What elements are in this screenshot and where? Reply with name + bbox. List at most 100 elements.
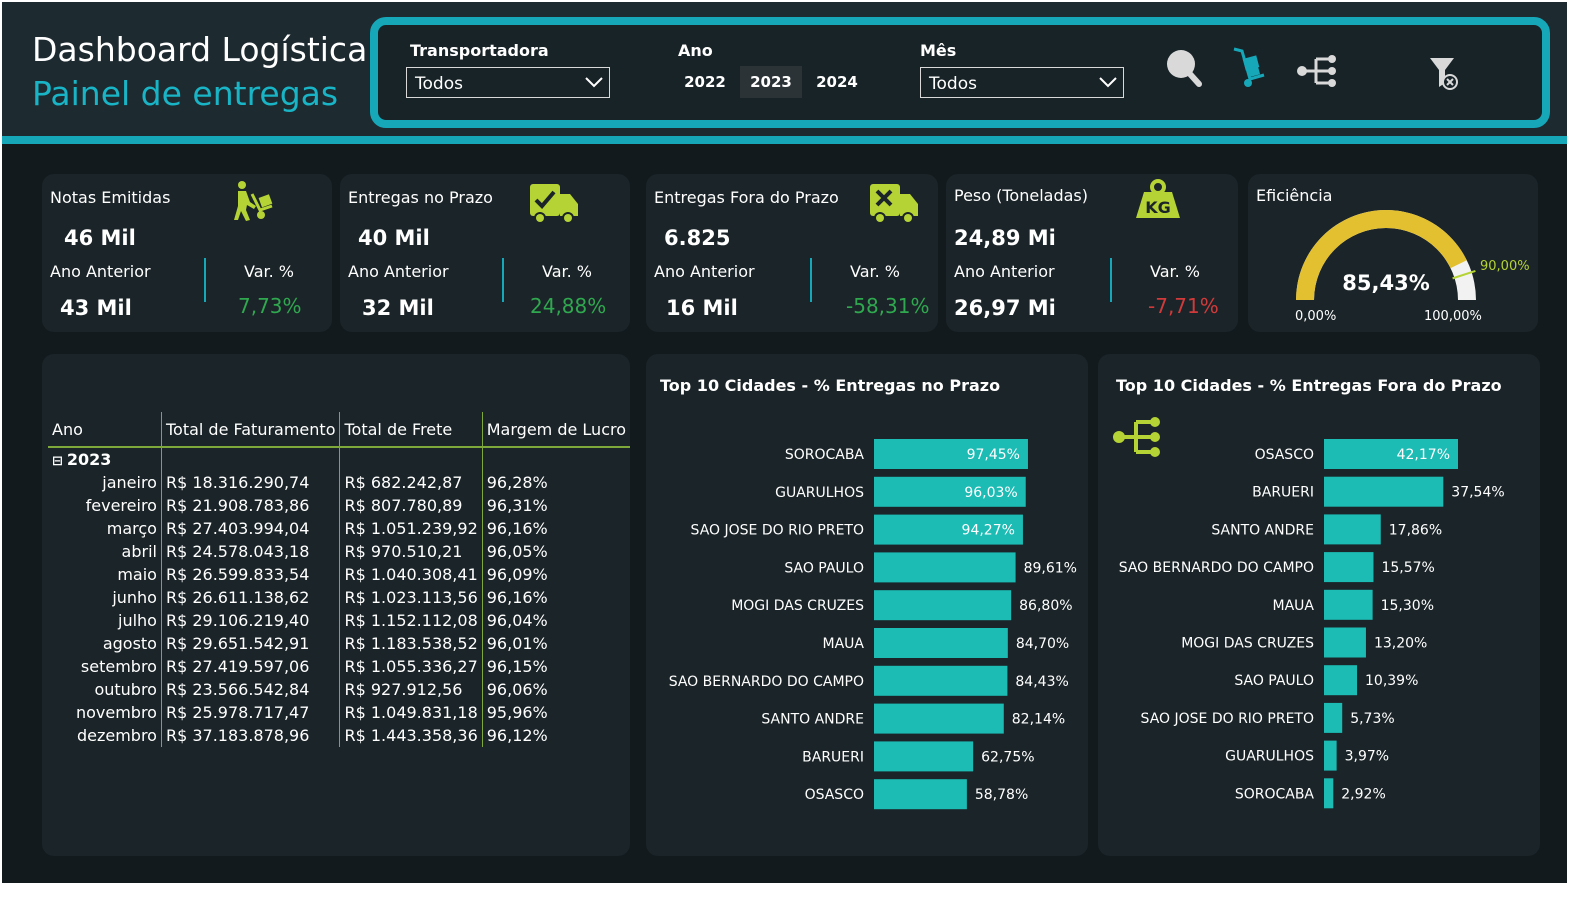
bar[interactable] (874, 590, 1012, 621)
prev-year-value: 43 Mil (60, 296, 132, 320)
bar[interactable] (1324, 552, 1374, 583)
faturamento-cell: R$ 18.316.290,74 (160, 471, 340, 494)
var-value: -58,31% (846, 294, 930, 318)
gauge-target-label: 90,00% (1480, 259, 1530, 274)
mes-value: Todos (929, 74, 977, 94)
kpi-card-peso-toneladas: Peso (Toneladas) KG 24,89 Mi Ano Anterio… (946, 174, 1238, 332)
card-title: Entregas no Prazo (348, 188, 493, 207)
var-value: -7,71% (1148, 294, 1219, 318)
faturamento-cell: R$ 37.183.878,96 (160, 724, 340, 747)
column-header-ano[interactable]: Ano (48, 412, 162, 448)
bar[interactable] (1324, 778, 1334, 809)
data-label: 3,97% (1345, 749, 1389, 765)
kpi-card-entregas-no-prazo: Entregas no Prazo 40 Mil Ano Anterior Va… (340, 174, 630, 332)
bar[interactable] (1324, 476, 1444, 507)
kpi-card-entregas-fora-do-prazo: Entregas Fora do Prazo 6.825 Ano Anterio… (646, 174, 938, 332)
clear-filter-icon[interactable] (1428, 55, 1460, 91)
category-label: OSASCO (1255, 447, 1314, 463)
table-group-row: ⊟ 2023 (48, 447, 630, 471)
margem-cell: 96,09% (481, 563, 630, 586)
bar[interactable] (1324, 702, 1343, 733)
hand-truck-icon[interactable] (1230, 45, 1270, 91)
bar[interactable] (1324, 627, 1366, 658)
transportadora-value: Todos (415, 74, 463, 94)
prev-year-label: Ano Anterior (348, 262, 449, 281)
table-row: janeiro R$ 18.316.290,74 R$ 682.242,87 96,2… (48, 471, 630, 494)
bar[interactable] (874, 628, 1008, 658)
column-header-frete[interactable]: Total de Frete (339, 412, 483, 448)
table-row: agosto R$ 29.651.542,91 R$ 1.183.538,52 96,… (48, 632, 630, 655)
margem-cell: 96,16% (481, 586, 630, 609)
frete-cell: R$ 1.023.113,56 (339, 586, 483, 609)
card-value: 40 Mil (358, 226, 430, 250)
mes-dropdown[interactable]: Todos (920, 67, 1124, 98)
search-icon[interactable] (1164, 47, 1204, 89)
margem-cell: 96,28% (481, 471, 630, 494)
prev-year-label: Ano Anterior (954, 262, 1055, 281)
frete-cell: R$ 1.443.358,36 (339, 724, 483, 747)
year-option-2024[interactable]: 2024 (806, 66, 868, 98)
header-divider (2, 136, 1567, 144)
margem-cell: 96,15% (481, 655, 630, 678)
chevron-down-icon (1099, 77, 1117, 88)
faturamento-cell: R$ 27.403.994,04 (160, 517, 340, 540)
bar[interactable] (874, 552, 1016, 583)
category-label: SAO JOSE DO RIO PRETO (691, 523, 864, 539)
category-label: SAO PAULO (784, 560, 864, 576)
bar-chart-entregas-no-prazo: SOROCABA 97,45% GUARULHOS 96,03% SAO JOSE DO… (669, 439, 1077, 810)
faturamento-cell: R$ 25.978.717,47 (160, 701, 340, 724)
margem-cell: 96,16% (481, 517, 630, 540)
faturamento-cell: R$ 26.611.138,62 (160, 586, 340, 609)
year-option-2023[interactable]: 2023 (740, 66, 802, 98)
faturamento-cell: R$ 29.106.219,40 (160, 609, 340, 632)
frete-cell: R$ 1.049.831,18 (339, 701, 483, 724)
bar[interactable] (1324, 740, 1337, 771)
bar[interactable] (874, 703, 1004, 734)
decomposition-tree-icon[interactable] (1296, 53, 1340, 89)
mes-label: Mês (920, 41, 957, 60)
column-header-margem[interactable]: Margem de Lucro (481, 412, 630, 448)
frete-cell: R$ 1.152.112,08 (339, 609, 483, 632)
bar[interactable] (1324, 665, 1358, 696)
bar[interactable] (874, 741, 974, 772)
prev-year-value: 32 Mil (362, 296, 434, 320)
card-title: Peso (Toneladas) (954, 186, 1088, 205)
bar[interactable] (874, 665, 1008, 696)
category-label: SAO BERNARDO DO CAMPO (1119, 560, 1314, 576)
table-row: julho R$ 29.106.219,40 R$ 1.152.112,08 96,0… (48, 609, 630, 632)
chevron-down-icon (585, 77, 603, 88)
truck-x-icon (870, 184, 918, 224)
category-label: SAO PAULO (1234, 673, 1314, 689)
bar[interactable] (1324, 589, 1373, 620)
svg-text:KG: KG (1145, 198, 1171, 217)
year-option-2022[interactable]: 2022 (674, 66, 736, 98)
transportadora-dropdown[interactable]: Todos (406, 67, 610, 98)
var-label: Var. % (1150, 262, 1200, 281)
empty-cell (339, 447, 483, 471)
month-cell: novembro (75, 703, 157, 722)
month-cell: setembro (80, 657, 157, 676)
bar[interactable] (1324, 514, 1381, 545)
table-row: setembro R$ 27.419.597,06 R$ 1.055.336,27 9… (48, 655, 630, 678)
bar[interactable] (874, 779, 967, 810)
data-label: 97,45% (967, 447, 1020, 463)
category-label: BARUERI (802, 749, 864, 765)
column-header-faturamento[interactable]: Total de Faturamento (160, 412, 340, 448)
table-row: abril R$ 24.578.043,18 R$ 970.510,21 96,05% (48, 540, 630, 563)
category-label: OSASCO (805, 787, 864, 803)
bar-chart-entregas-fora-do-prazo: OSASCO 42,17% BARUERI 37,54% SANTO ANDRE 17,8… (1119, 439, 1505, 809)
table-row: fevereiro R$ 21.908.783,86 R$ 807.780,89 96… (48, 494, 630, 517)
card-separator (1110, 258, 1112, 302)
data-label: 58,78% (975, 787, 1028, 803)
gauge-min-label: 0,00% (1295, 309, 1336, 324)
data-label: 15,57% (1381, 560, 1434, 576)
category-label: MAUA (1273, 598, 1315, 614)
data-label: 82,14% (1012, 712, 1065, 728)
data-label: 84,43% (1015, 674, 1068, 690)
data-label: 10,39% (1365, 673, 1418, 689)
collapse-icon[interactable]: ⊟ (52, 454, 63, 469)
year-group-cell[interactable]: ⊟ 2023 (48, 447, 161, 471)
prev-year-label: Ano Anterior (654, 262, 755, 281)
data-label: 84,70% (1016, 636, 1069, 652)
filter-panel: Transportadora Todos Ano 2022 2023 2024 … (370, 17, 1550, 128)
